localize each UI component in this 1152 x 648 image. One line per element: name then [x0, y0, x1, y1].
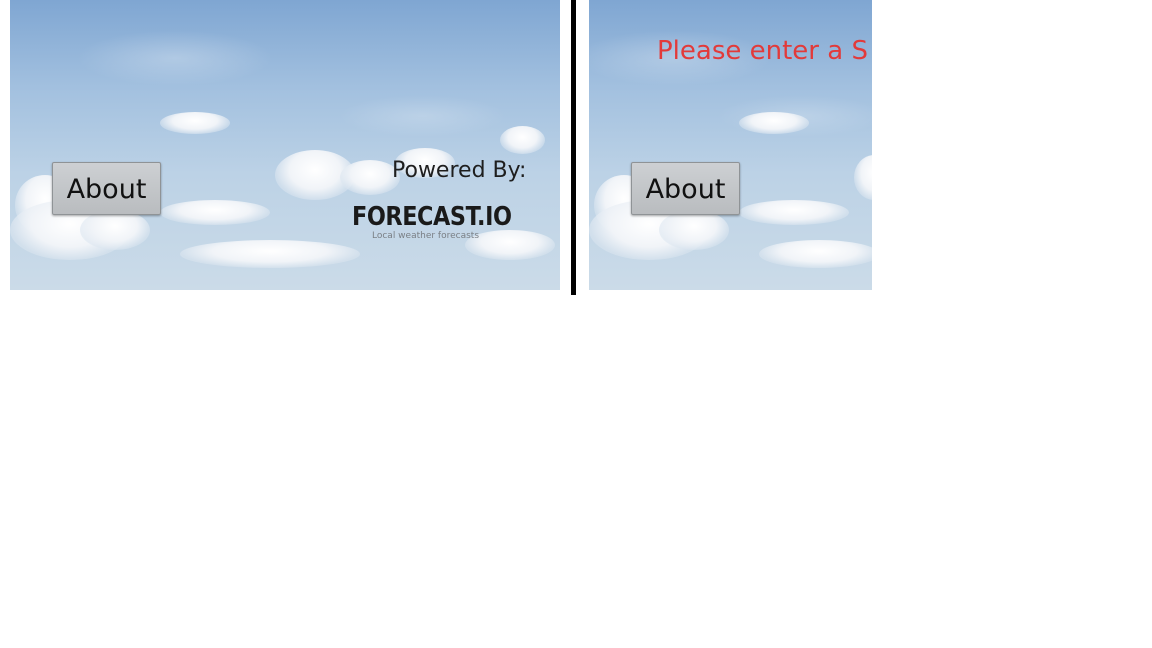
cloud-decoration	[180, 240, 360, 268]
cloud-decoration	[340, 160, 400, 195]
powered-by-label: Powered By:	[392, 158, 527, 183]
cloud-decoration	[739, 200, 849, 225]
cloud-decoration	[739, 112, 809, 134]
cloud-decoration	[759, 240, 872, 268]
cloud-decoration	[500, 126, 545, 154]
cloud-decoration	[80, 210, 150, 250]
cloud-decoration	[160, 112, 230, 134]
screen-divider	[571, 0, 576, 295]
comparison-stage: About Powered By: FORECAST.IO Local weat…	[0, 0, 1152, 648]
forecast-io-logo[interactable]: FORECAST.IO Local weather forecasts	[352, 202, 527, 248]
about-button[interactable]: About	[52, 162, 161, 215]
cloud-decoration	[659, 210, 729, 250]
about-button[interactable]: About	[631, 162, 740, 215]
left-app-screen: About Powered By: FORECAST.IO Local weat…	[10, 0, 560, 290]
forecast-logo-text: FORECAST.IO	[352, 202, 512, 232]
error-message: Please enter a S	[657, 36, 868, 66]
forecast-logo-tagline: Local weather forecasts	[372, 231, 480, 241]
cloud-decoration	[160, 200, 270, 225]
right-app-screen: Please enter a S About	[589, 0, 872, 290]
